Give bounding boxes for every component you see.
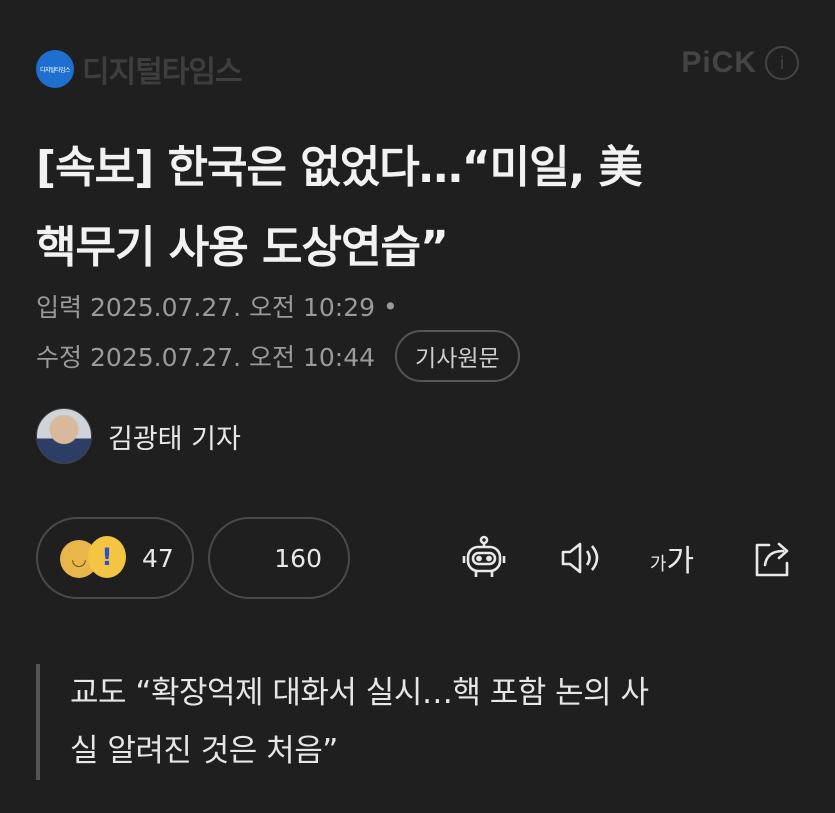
- reporter-info[interactable]: 김광태 기자: [36, 408, 241, 464]
- input-date: 2025.07.27. 오전 10:29: [90, 293, 376, 322]
- surprise-emoji-icon: !: [88, 536, 126, 578]
- font-size-big-glyph: 가: [666, 544, 695, 579]
- input-label: 입력: [36, 293, 83, 322]
- input-date-row: 입력 2025.07.27. 오전 10:29 •: [36, 288, 398, 324]
- reporter-avatar: [36, 408, 92, 464]
- ai-summary-bot-icon[interactable]: [458, 532, 510, 584]
- modified-date: 2025.07.27. 오전 10:44: [90, 343, 376, 372]
- font-size-icon[interactable]: 가 가: [646, 532, 698, 584]
- reporter-name: 김광태 기자: [108, 423, 241, 455]
- subtitle-text: 교도 “확장억제 대화서 실시…핵 포함 논의 사 실 알려진 것은 처음”: [70, 664, 796, 780]
- press-brand[interactable]: 디지털타임스 디지털타임스: [36, 47, 243, 91]
- article-headline: [속보] 한국은 없었다…“미일, 美 핵무기 사용 도상연습”: [36, 128, 806, 288]
- reaction-button[interactable]: ◡ ! 47: [36, 517, 194, 599]
- press-name: 디지털타임스: [82, 55, 243, 90]
- article-page: 디지털타임스 디지털타임스 PiCK i [속보] 한국은 없었다…“미일, 美…: [0, 0, 835, 813]
- headline-line-1: [속보] 한국은 없었다…“미일, 美: [36, 142, 643, 193]
- pick-badge[interactable]: PiCK i: [681, 46, 799, 80]
- reaction-count: 47: [142, 543, 174, 573]
- subtitle-line-1: 교도 “확장억제 대화서 실시…핵 포함 논의 사: [70, 675, 649, 711]
- speaker-icon[interactable]: [554, 532, 606, 584]
- article-subtitle: 교도 “확장억제 대화서 실시…핵 포함 논의 사 실 알려진 것은 처음”: [36, 664, 796, 780]
- comment-button[interactable]: 160: [208, 517, 350, 599]
- reaction-emojis: ◡ !: [60, 536, 136, 580]
- original-article-button[interactable]: 기사원문: [395, 330, 520, 382]
- font-size-small-glyph: 가: [649, 554, 667, 575]
- share-icon[interactable]: [746, 532, 798, 584]
- press-logo: 디지털타임스: [36, 50, 74, 88]
- pick-label: PiCK: [681, 46, 757, 79]
- headline-line-2: 핵무기 사용 도상연습”: [36, 222, 449, 273]
- modified-label: 수정: [36, 343, 83, 372]
- subtitle-line-2: 실 알려진 것은 처음”: [70, 733, 338, 769]
- date-separator: •: [383, 291, 398, 321]
- info-icon[interactable]: i: [765, 46, 799, 80]
- comment-count: 160: [274, 543, 322, 573]
- modified-date-row: 수정 2025.07.27. 오전 10:44 기사원문: [36, 330, 520, 382]
